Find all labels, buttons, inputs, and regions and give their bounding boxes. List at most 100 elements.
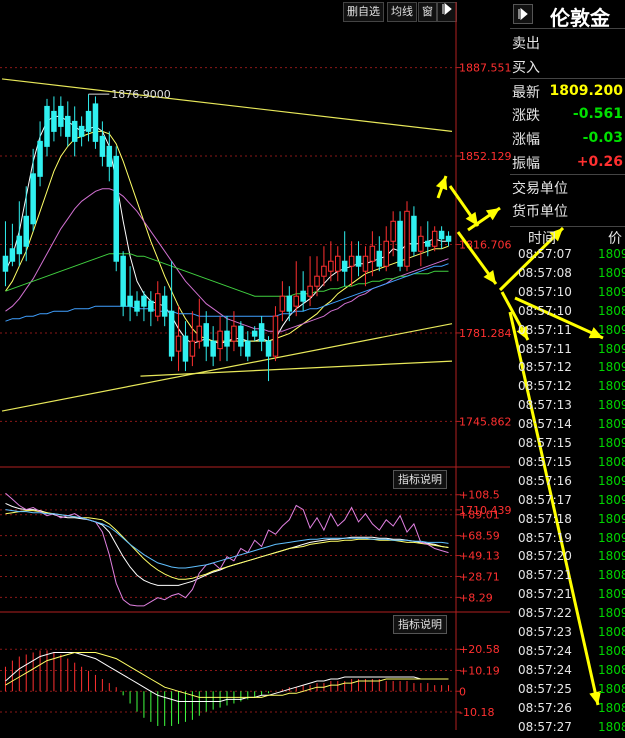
- candle-body: [175, 335, 182, 352]
- tick-row: 08:57:12 1809: [510, 360, 625, 378]
- tick-header-time: 时间: [528, 231, 556, 247]
- quote-value: -0.561: [572, 106, 623, 122]
- candle-body: [37, 140, 43, 177]
- candle-body: [438, 230, 445, 240]
- tick-price: 1809: [598, 473, 625, 488]
- tick-time: 08:57:20: [518, 549, 572, 564]
- indicator-info-button[interactable]: 指标说明: [393, 470, 447, 489]
- candle-body: [258, 323, 265, 342]
- candle-body: [231, 325, 237, 342]
- candle-body: [51, 110, 57, 132]
- tick-time: 08:57:21: [518, 587, 572, 602]
- candle-body: [445, 235, 452, 242]
- candle-body: [134, 300, 140, 312]
- tick-price: 1809: [598, 587, 625, 602]
- tick-price: 1809: [598, 360, 625, 375]
- quote-label: 涨跌: [512, 108, 540, 124]
- candle-body: [321, 265, 327, 277]
- candle-body: [44, 105, 50, 147]
- indicator-info-button[interactable]: 指标说明: [393, 615, 447, 634]
- tick-time: 08:57:16: [518, 473, 572, 488]
- candle-body: [148, 300, 154, 312]
- candle-body: [99, 135, 106, 157]
- quote-label: 最新: [512, 85, 540, 101]
- candle-body: [279, 295, 286, 312]
- tick-row: 08:57:25 1808: [510, 682, 625, 700]
- tick-row: 08:57:21 1809: [510, 587, 625, 605]
- quote-row: 振幅 +0.26: [510, 150, 625, 174]
- expand-arrow-icon[interactable]: [513, 4, 533, 24]
- tick-time: 08:57:15: [518, 436, 572, 450]
- candle-body: [369, 245, 376, 262]
- y-tick-label: 1781.284: [459, 327, 512, 340]
- candle-body: [30, 173, 36, 225]
- tick-time: 08:57:26: [518, 700, 572, 715]
- tick-price: 1809: [598, 322, 625, 337]
- quote-label: 货币单位: [512, 204, 568, 220]
- candle-body: [293, 295, 299, 307]
- candle-body: [431, 230, 438, 247]
- quote-row: 卖出: [510, 30, 625, 54]
- y-tick-label: -10.18: [459, 706, 494, 719]
- tick-time: 08:57:13: [518, 398, 572, 413]
- tick-price: 1809: [598, 341, 625, 356]
- y-tick-label: 1852.129: [459, 150, 512, 163]
- tick-time: 08:57:21: [518, 568, 572, 583]
- y-tick-label: +89.01: [459, 509, 500, 522]
- candle-body: [141, 295, 147, 307]
- quote-row: 交易单位: [510, 174, 625, 199]
- candle-body: [383, 240, 389, 267]
- tick-price: 1809: [598, 530, 625, 545]
- candle-body: [251, 330, 258, 337]
- y-tick-label: 1745.862: [459, 415, 512, 428]
- tick-price: 1809: [598, 284, 625, 299]
- instrument-title: 伦敦金: [550, 6, 610, 30]
- candle-body: [113, 155, 119, 262]
- yellow-arrow-head: [485, 208, 500, 221]
- tick-price: 1809: [598, 379, 625, 394]
- candle-body: [425, 240, 431, 247]
- candle-body: [16, 235, 23, 255]
- trendline: [140, 360, 453, 377]
- candle-body: [23, 215, 29, 247]
- tick-time: 08:57:17: [518, 492, 572, 507]
- candle-body: [348, 255, 355, 267]
- tick-price: 1809: [598, 492, 625, 507]
- tick-price: 1809: [598, 398, 625, 413]
- tick-row: 08:57:12 1809: [510, 379, 625, 397]
- quote-label: 涨幅: [512, 132, 540, 148]
- candle-body: [106, 145, 113, 167]
- tick-time: 08:57:11: [518, 341, 572, 356]
- macd-panel: +20.58 +10.19 0 -10.18: [0, 643, 500, 726]
- candle-body: [418, 235, 424, 252]
- tick-time: 08:57:14: [518, 417, 572, 432]
- candle-body: [355, 255, 362, 267]
- yellow-arrow-head: [483, 269, 496, 284]
- tick-price: 1809: [598, 549, 625, 564]
- candle-body: [78, 125, 85, 137]
- candle-body: [65, 115, 71, 137]
- macd-line: [5, 652, 449, 698]
- candle-body: [120, 255, 126, 307]
- candle-body: [224, 330, 230, 347]
- tick-time: 08:57:19: [518, 530, 572, 545]
- y-tick-label: +28.71: [459, 570, 500, 583]
- y-tick-label: +108.5: [459, 489, 500, 502]
- tick-time: 08:57:11: [518, 322, 572, 337]
- quote-row: 买入: [510, 54, 625, 78]
- candle-body: [155, 293, 161, 317]
- candle-body: [189, 340, 196, 357]
- tick-row: 08:57:22 1809: [510, 606, 625, 624]
- tick-time: 08:57:10: [518, 284, 572, 299]
- candle-body: [272, 315, 279, 357]
- quote-value: 1809.200: [549, 83, 623, 99]
- candle-body: [85, 110, 92, 132]
- candle-body: [390, 220, 396, 242]
- tick-time: 08:57:18: [518, 511, 572, 526]
- candle-body: [2, 255, 9, 272]
- tick-time: 08:57:15: [518, 454, 572, 469]
- tick-time: 08:57:27: [518, 719, 572, 734]
- quote-header: 伦敦金: [510, 0, 625, 30]
- tick-row: 08:57:15 1809: [510, 436, 625, 454]
- tick-row: 08:57:08 1809: [510, 266, 625, 284]
